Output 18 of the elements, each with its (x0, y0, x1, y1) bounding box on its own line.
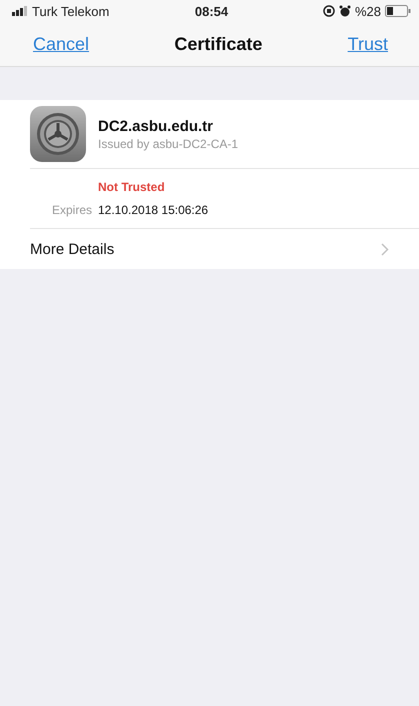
rotation-lock-icon (322, 5, 335, 17)
cancel-link[interactable]: Cancel (33, 34, 90, 54)
nav-title: Certificate (174, 34, 262, 54)
certificate-issuer: Issued by asbu-DC2-CA-1 (98, 136, 238, 150)
gear-icon (30, 106, 86, 162)
trust-link[interactable]: Trust (348, 34, 388, 54)
certificate-name: DC2.asbu.edu.tr (98, 118, 214, 134)
status-time: 08:54 (194, 4, 228, 18)
alarm-icon (338, 5, 351, 17)
signal-icon (12, 6, 28, 16)
chevron-icon (381, 242, 389, 256)
battery-percent: %28 (354, 4, 381, 18)
more-details-row[interactable]: More Details (0, 229, 419, 269)
trust-status: Not Trusted (98, 180, 166, 194)
expires-value: 12.10.2018 15:06:26 (98, 203, 210, 217)
expires-label: Expires (50, 203, 92, 217)
carrier-name: Turk Telekom (32, 4, 110, 18)
battery-icon (385, 5, 411, 17)
